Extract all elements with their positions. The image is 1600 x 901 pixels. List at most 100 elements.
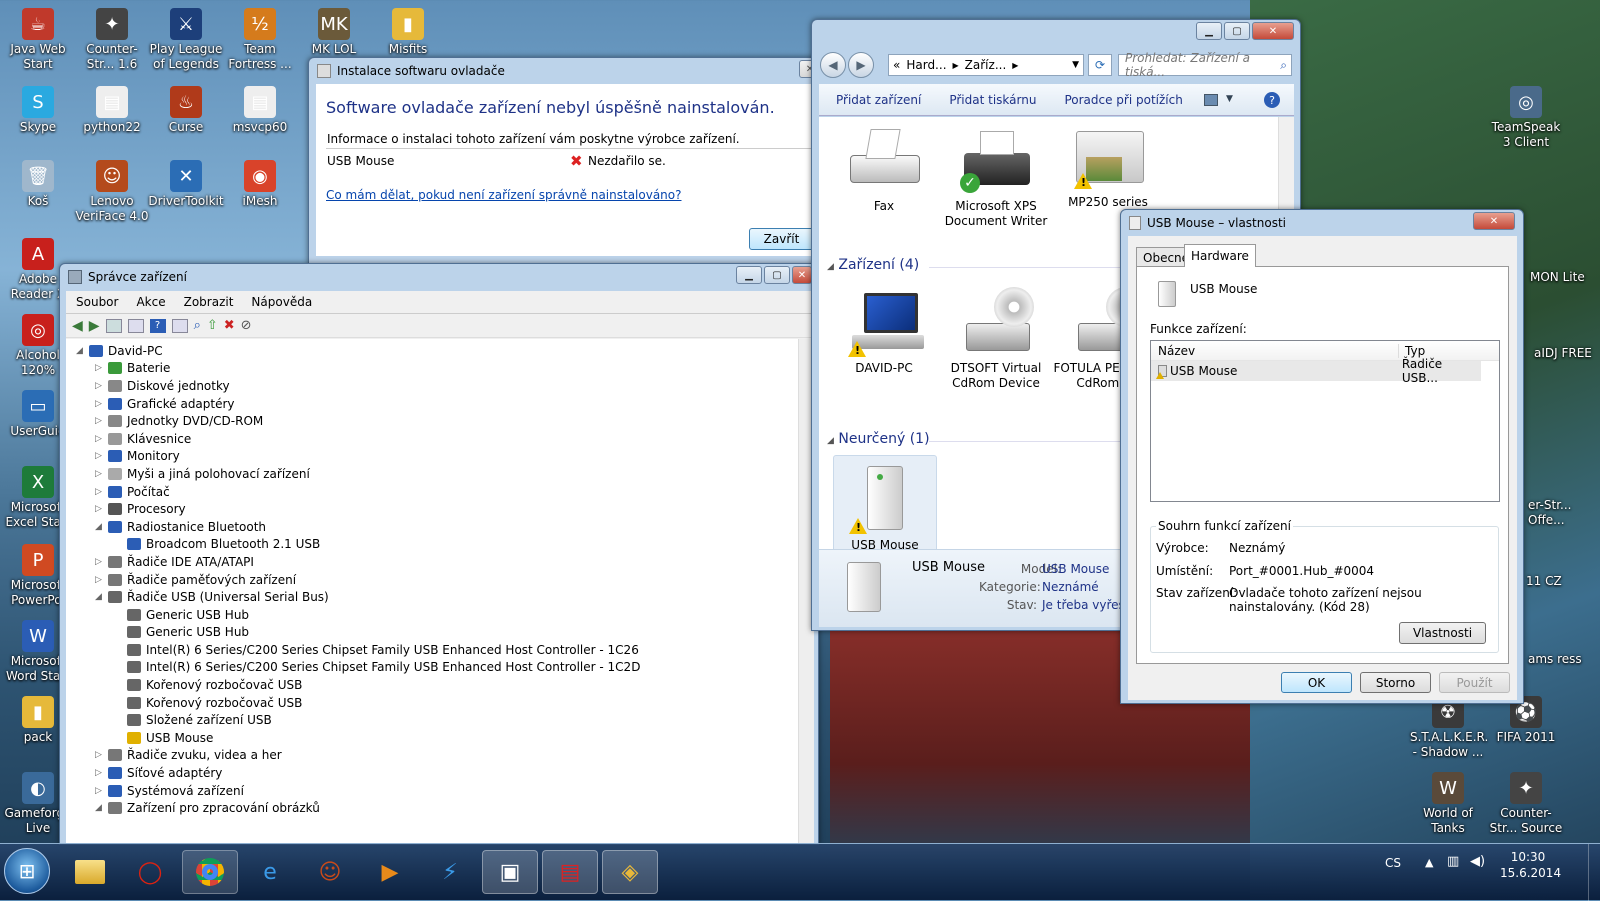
view-icon[interactable]: [105, 318, 122, 333]
tree-item[interactable]: ◢ Radiostanice Bluetooth: [76, 518, 640, 536]
forward-button[interactable]: ▶: [848, 52, 874, 78]
desktop-icon-label[interactable]: er-Str... Offe...: [1528, 498, 1588, 528]
desktop-icon-label[interactable]: ams ress: [1528, 652, 1588, 667]
desktop-icon[interactable]: 🗑 Koš: [0, 160, 76, 209]
forward-icon[interactable]: ▶: [89, 318, 100, 334]
minimize-button[interactable]: ▁: [1196, 22, 1222, 40]
back-icon[interactable]: ◀: [72, 318, 83, 334]
expand-icon[interactable]: ▷: [95, 487, 105, 497]
command-button[interactable]: Přidat zařízení: [836, 93, 921, 107]
toolbox-taskbar-icon[interactable]: ▤: [542, 850, 598, 894]
tree-item[interactable]: ▷ Síťové adaptéry: [76, 764, 640, 782]
update-driver-icon[interactable]: ⇧: [207, 318, 218, 333]
search-input[interactable]: Prohledat: Zařízení a tiská... ⌕: [1118, 51, 1292, 79]
expand-icon[interactable]: ▷: [95, 768, 105, 778]
network-icon[interactable]: ▥: [1447, 854, 1459, 869]
scan-icon[interactable]: ⌕: [194, 318, 201, 333]
col-type[interactable]: Typ: [1399, 344, 1425, 358]
menu-item[interactable]: Soubor: [76, 295, 118, 309]
tab-hardware[interactable]: Hardware: [1184, 244, 1256, 267]
opera-taskbar-icon[interactable]: ◯: [122, 850, 178, 894]
tree-item[interactable]: ▷ Monitory: [76, 448, 640, 466]
desktop-icon[interactable]: ☢ S.T.A.L.K.E.R. - Shadow ...: [1410, 696, 1488, 760]
col-name[interactable]: Název: [1151, 343, 1399, 358]
expand-icon[interactable]: ▷: [95, 451, 105, 461]
menu-item[interactable]: Zobrazit: [184, 295, 234, 309]
desktop-icon[interactable]: ½ Team Fortress ...: [222, 8, 298, 72]
tree-item[interactable]: ▷ Řadiče zvuku, videa a her: [76, 747, 640, 765]
expand-icon[interactable]: ▷: [95, 750, 105, 760]
desktop-icon[interactable]: ◉ iMesh: [222, 160, 298, 209]
desktop-icon[interactable]: ▮ Misfits: [370, 8, 446, 57]
close-button[interactable]: ✕: [792, 266, 812, 284]
tree-item[interactable]: ▷ Počítač: [76, 483, 640, 501]
group-unspecified-header[interactable]: ◢ Neurčený (1): [827, 431, 930, 447]
tree-item[interactable]: ◢ Zařízení pro zpracování obrázků: [76, 799, 640, 817]
view-options-icon[interactable]: [1204, 94, 1218, 106]
tree-item[interactable]: Kořenový rozbočovač USB: [76, 676, 640, 694]
control-panel-taskbar-icon[interactable]: ◈: [602, 850, 658, 894]
group-devices-header[interactable]: ◢ Zařízení (4): [827, 257, 919, 273]
tree-item[interactable]: Složené zařízení USB: [76, 711, 640, 729]
desktop-icon[interactable]: ✕ DriverToolkit: [148, 160, 224, 209]
expand-icon[interactable]: ▷: [95, 399, 105, 409]
tree-item[interactable]: ▷ Procesory: [76, 500, 640, 518]
chrome-taskbar-icon[interactable]: [182, 850, 238, 894]
ok-button[interactable]: OK: [1281, 672, 1352, 693]
minimize-button[interactable]: ▁: [736, 266, 762, 284]
cancel-button[interactable]: Storno: [1360, 672, 1431, 693]
desktop-icon[interactable]: W World of Tanks: [1410, 772, 1486, 836]
close-button[interactable]: ✕: [1473, 212, 1515, 230]
apply-button[interactable]: Použít: [1439, 672, 1510, 693]
collapse-icon[interactable]: ◢: [95, 522, 105, 532]
uninstall-icon[interactable]: ✖: [224, 318, 235, 333]
device-david-pc[interactable]: DAVID-PC: [829, 287, 939, 376]
desktop-icon-label[interactable]: aIDJ FREE: [1534, 346, 1594, 361]
expand-icon[interactable]: ▷: [95, 575, 105, 585]
address-bar[interactable]: « Hard... ▶ Zaříz... ▶ ▼: [888, 54, 1084, 76]
volume-icon[interactable]: ◀): [1470, 854, 1485, 869]
help-icon[interactable]: ?: [149, 318, 166, 333]
help-link[interactable]: Co mám dělat, pokud není zařízení správn…: [326, 188, 682, 202]
expand-icon[interactable]: ▷: [95, 786, 105, 796]
device-mp250[interactable]: MP250 series: [1053, 117, 1163, 210]
tree-root[interactable]: ◢ David-PC: [76, 342, 640, 360]
expand-icon[interactable]: ▷: [95, 381, 105, 391]
tree-item[interactable]: ▷ Diskové jednotky: [76, 377, 640, 395]
properties-icon[interactable]: [127, 318, 144, 333]
veriface-taskbar-icon[interactable]: ☺: [302, 850, 358, 894]
tree-item[interactable]: ▷ Řadiče paměťových zařízení: [76, 571, 640, 589]
desktop-icon[interactable]: ▤ python22: [74, 86, 150, 135]
desktop-icon[interactable]: ✦ Counter-Str... Source: [1488, 772, 1564, 836]
collapse-icon[interactable]: ◢: [95, 592, 105, 602]
command-button[interactable]: Přidat tiskárnu: [949, 93, 1036, 107]
list-item[interactable]: USB Mouse Řadiče USB...: [1151, 357, 1481, 385]
tree-item[interactable]: USB Mouse: [76, 729, 640, 747]
expand-icon[interactable]: ▷: [95, 557, 105, 567]
desktop-icon[interactable]: ◎ TeamSpeak 3 Client: [1488, 86, 1564, 150]
expand-icon[interactable]: ▷: [95, 416, 105, 426]
tree-item[interactable]: ▷ Klávesnice: [76, 430, 640, 448]
flash-taskbar-icon[interactable]: ⚡: [422, 850, 478, 894]
help-icon[interactable]: ?: [1264, 92, 1280, 108]
command-button[interactable]: Poradce při potížích: [1064, 93, 1182, 107]
back-button[interactable]: ◀: [820, 52, 846, 78]
ie-taskbar-icon[interactable]: e: [242, 850, 298, 894]
menu-item[interactable]: Nápověda: [251, 295, 312, 309]
language-indicator[interactable]: CS: [1385, 856, 1401, 870]
desktop-icon[interactable]: ▤ msvcp60: [222, 86, 298, 135]
expand-icon[interactable]: ▷: [95, 469, 105, 479]
media-player-taskbar-icon[interactable]: ▶: [362, 850, 418, 894]
tree-item[interactable]: ◢ Řadiče USB (Universal Serial Bus): [76, 588, 640, 606]
tree-item[interactable]: ▷ Myši a jiná polohovací zařízení: [76, 465, 640, 483]
tree-item[interactable]: ▷ Systémová zařízení: [76, 782, 640, 800]
expand-icon[interactable]: ▷: [95, 363, 105, 373]
disable-icon[interactable]: ⊘: [241, 318, 252, 333]
chevron-down-icon[interactable]: ▼: [1072, 60, 1079, 70]
tree-item[interactable]: Generic USB Hub: [76, 624, 640, 642]
tree-item[interactable]: Broadcom Bluetooth 2.1 USB: [76, 536, 640, 554]
desktop-icon[interactable]: ⚔ Play League of Legends: [148, 8, 224, 72]
tree-item[interactable]: ▷ Baterie: [76, 360, 640, 378]
close-button[interactable]: Zavřít: [749, 228, 814, 250]
close-button[interactable]: ✕: [1252, 22, 1294, 40]
